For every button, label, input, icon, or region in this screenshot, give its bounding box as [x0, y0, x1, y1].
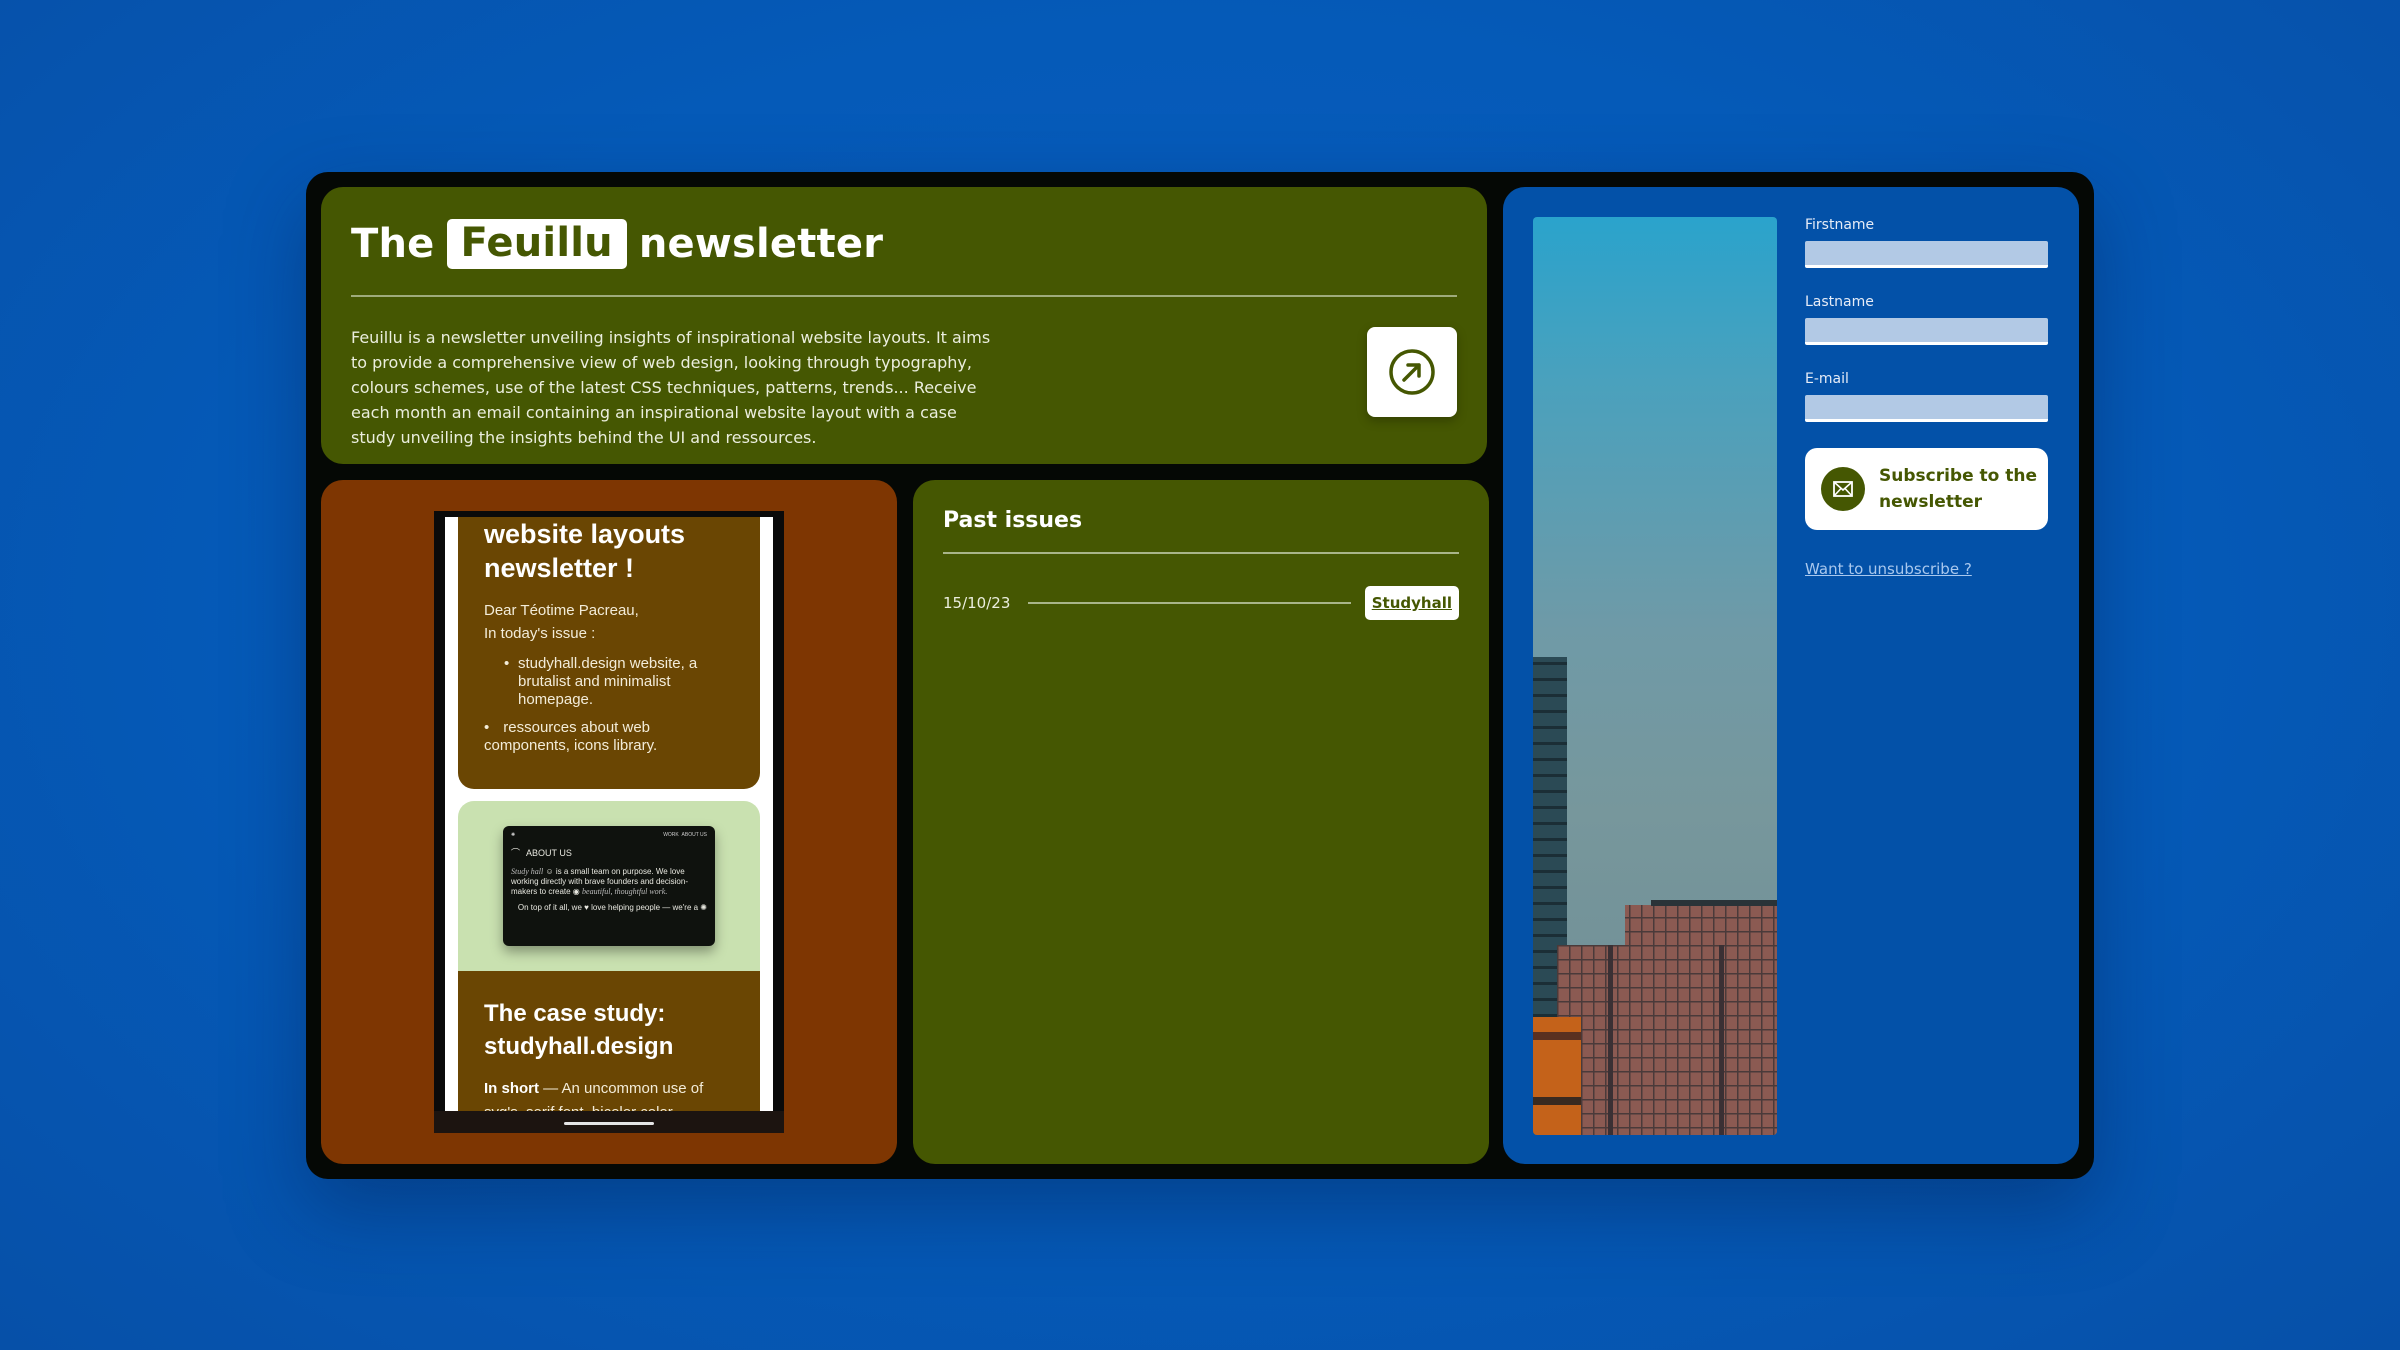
case-study-summary: In short — An uncommon use of svg's, ser…: [484, 1080, 704, 1113]
envelope-icon: [1821, 467, 1865, 511]
unsubscribe-link[interactable]: Want to unsubscribe ?: [1805, 560, 1972, 578]
subscribe-button[interactable]: Subscribe to the newsletter: [1805, 448, 2048, 530]
subscribe-button-label: Subscribe to the newsletter: [1879, 466, 2038, 512]
firstname-label: Firstname: [1805, 217, 1875, 233]
newsletter-description: Feuillu is a newsletter unveiling insigh…: [351, 328, 991, 447]
case-study-heading: The case study: studyhall.design: [484, 1000, 674, 1060]
list-item: • ressources about web components, icons …: [484, 719, 658, 754]
curve-arrow-icon: ⌒: [511, 848, 521, 858]
brand-name: Feuillu: [446, 219, 627, 269]
city-buildings-photo: [1533, 217, 1777, 1135]
issue-date: 15/10/23: [943, 594, 1011, 612]
phone-mockup: website layouts newsletter ! Dear Téotim…: [434, 511, 784, 1133]
arrow-up-right-circle-icon: [1389, 349, 1435, 395]
issue-link-studyhall[interactable]: Studyhall: [1364, 586, 1459, 620]
email-greeting: Dear Téotime Pacreau,: [484, 602, 639, 619]
email-input[interactable]: [1805, 395, 2048, 422]
email-screenshot-block: ✺ WORK ABOUT US ⌒ ABOUT US Study hall ☺ …: [458, 801, 760, 971]
title-suffix: newsletter: [638, 221, 884, 267]
header-card: The Feuillu newsletter Feuillu is a news…: [321, 187, 1487, 464]
email-issue-list: studyhall.design website, a brutalist an…: [484, 655, 734, 755]
buildings-illustration: [1533, 657, 1777, 1135]
title-prefix: The: [351, 221, 435, 267]
issue-row: 15/10/23 Studyhall: [943, 586, 1459, 620]
issue-leader-line: [1028, 602, 1351, 604]
email-preview[interactable]: website layouts newsletter ! Dear Téotim…: [445, 517, 773, 1113]
email-intro-text: In today's issue :: [484, 625, 596, 642]
open-newsletter-button[interactable]: [1367, 327, 1457, 417]
email-heading: website layouts newsletter !: [484, 519, 686, 583]
divider: [943, 552, 1459, 554]
email-label: E-mail: [1805, 371, 1849, 387]
subscribe-card: Firstname Lastname E-mail Subscribe to t…: [1503, 187, 2079, 1164]
past-issues-title: Past issues: [943, 508, 1083, 533]
firstname-input[interactable]: [1805, 241, 2048, 268]
page-title: The Feuillu newsletter: [351, 219, 883, 269]
issue-preview-card: website layouts newsletter ! Dear Téotim…: [321, 480, 897, 1164]
divider: [351, 295, 1457, 297]
home-indicator: [564, 1122, 654, 1125]
lastname-label: Lastname: [1805, 294, 1874, 310]
app-frame: The Feuillu newsletter Feuillu is a news…: [306, 172, 2094, 1179]
studyhall-screenshot: ✺ WORK ABOUT US ⌒ ABOUT US Study hall ☺ …: [503, 826, 715, 946]
phone-nav-bar: [434, 1111, 784, 1133]
subscribe-form: Firstname Lastname E-mail Subscribe to t…: [1805, 217, 2048, 578]
email-case-study: The case study: studyhall.design In shor…: [458, 971, 760, 1113]
logo-icon: ✺: [511, 832, 516, 838]
lastname-input[interactable]: [1805, 318, 2048, 345]
past-issues-card: Past issues 15/10/23 Studyhall: [913, 480, 1489, 1164]
list-item: studyhall.design website, a brutalist an…: [484, 655, 734, 709]
email-intro: website layouts newsletter ! Dear Téotim…: [458, 517, 760, 789]
